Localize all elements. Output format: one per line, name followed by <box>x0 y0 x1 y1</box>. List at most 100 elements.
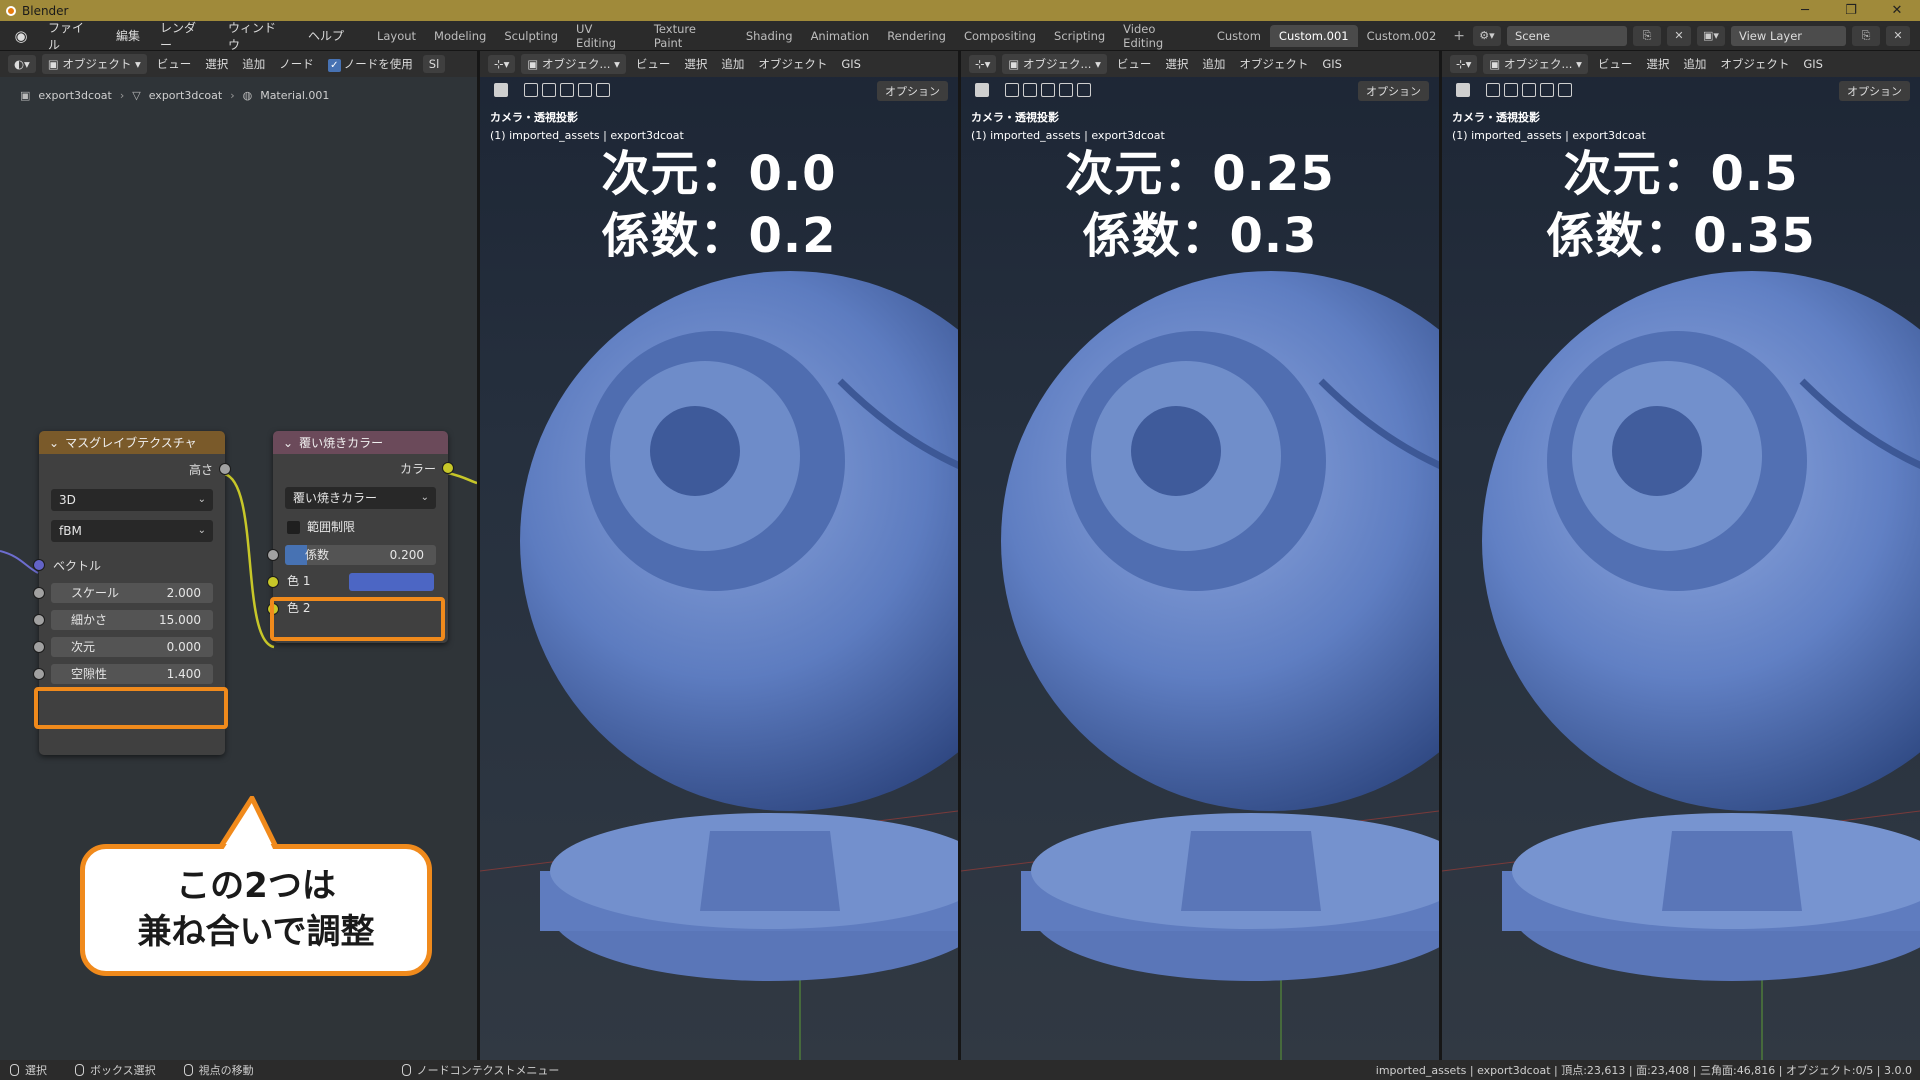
mouse-drag-icon <box>75 1064 84 1076</box>
viewport-3[interactable]: ⊹▾ ▣ オブジェク... ▾ ビュー 選択 追加 オブジェクト GIS オプシ… <box>1442 51 1920 1060</box>
dimension-value-label: 次元：0.25 <box>1065 146 1335 202</box>
node-title: マスグレイブテクスチャ <box>65 436 197 450</box>
output-height-socket[interactable] <box>219 463 231 475</box>
output-color-socket[interactable] <box>442 462 454 474</box>
mouse-middle-icon <box>183 1064 193 1076</box>
tab-scripting[interactable]: Scripting <box>1045 25 1114 47</box>
scene-statistics: imported_assets | export3dcoat | 頂点:23,6… <box>1375 1064 1912 1077</box>
scale-field[interactable]: スケール 2.000 <box>51 583 213 603</box>
scene-close-icon[interactable]: ✕ <box>1667 25 1691 46</box>
scale-socket[interactable] <box>33 587 45 599</box>
tab-animation[interactable]: Animation <box>802 25 879 47</box>
chevron-down-icon: ⌄ <box>197 525 206 536</box>
detail-field[interactable]: 細かさ 15.000 <box>51 610 213 630</box>
color1-socket[interactable] <box>267 576 279 588</box>
editor-area: ◐▾ ▣ オブジェクト ▾ ビュー 選択 追加 ノード ✓ ノードを使用 Sl ▣… <box>0 51 1920 1060</box>
blender-logo-icon <box>6 5 16 16</box>
node-header[interactable]: ⌄ 覆い焼きカラー <box>273 431 448 454</box>
status-move-view: 視点の移動 <box>198 1064 254 1077</box>
tab-uv-editing[interactable]: UV Editing <box>567 18 645 54</box>
tab-texture-paint[interactable]: Texture Paint <box>645 18 737 54</box>
factor-value-label: 係数：0.3 <box>1082 208 1318 264</box>
callout-line-1: この2つは <box>176 866 336 907</box>
viewport-2[interactable]: ⊹▾ ▣ オブジェク... ▾ ビュー 選択 追加 オブジェクト GIS オプシ… <box>961 51 1439 1060</box>
color1-label: 色 1 <box>287 574 311 588</box>
top-menu-bar: ◉ ファイル 編集 レンダー ウィンドウ ヘルプ Layout Modeling… <box>0 19 1920 53</box>
lacunarity-socket[interactable] <box>33 668 45 680</box>
dimension-field[interactable]: 次元 0.000 <box>51 637 213 657</box>
mouse-left-icon <box>10 1064 19 1076</box>
lacunarity-field[interactable]: 空隙性 1.400 <box>51 664 213 684</box>
dimensions-dropdown[interactable]: 3D ⌄ <box>51 489 213 511</box>
tab-custom-001[interactable]: Custom.001 <box>1269 24 1358 47</box>
chevron-down-icon: ⌄ <box>197 494 206 505</box>
blender-menu-icon[interactable]: ◉ <box>10 25 32 47</box>
node-title: 覆い焼きカラー <box>299 436 384 450</box>
dimension-value-label: 次元：0.0 <box>601 146 837 202</box>
close-button[interactable]: ✕ <box>1874 3 1920 18</box>
blend-mode-dropdown[interactable]: 覆い焼きカラー ⌄ <box>285 487 436 509</box>
chevron-down-icon[interactable]: ⌄ <box>283 436 293 450</box>
tab-compositing[interactable]: Compositing <box>955 25 1045 47</box>
factor-socket[interactable] <box>267 549 279 561</box>
factor-highlight <box>270 597 445 641</box>
node-header[interactable]: ⌄ マスグレイブテクスチャ <box>39 431 225 454</box>
status-box-select: ボックス選択 <box>90 1064 156 1077</box>
window-title: Blender <box>22 3 69 18</box>
callout-bubble: この2つは 兼ね合いで調整 <box>80 844 432 976</box>
mouse-right-icon <box>401 1064 411 1076</box>
workspace-tabs: Layout Modeling Sculpting UV Editing Tex… <box>368 21 1473 51</box>
tab-rendering[interactable]: Rendering <box>878 25 955 47</box>
clamp-checkbox[interactable] <box>287 521 300 534</box>
scene-field[interactable]: Scene <box>1507 25 1627 46</box>
tab-shading[interactable]: Shading <box>737 25 802 47</box>
tab-video-editing[interactable]: Video Editing <box>1114 18 1208 54</box>
menu-help[interactable]: ヘルプ <box>298 27 354 44</box>
maximize-button[interactable]: ❐ <box>1828 3 1874 18</box>
chevron-down-icon[interactable]: ⌄ <box>49 436 59 450</box>
color1-swatch[interactable] <box>349 573 434 591</box>
vector-input-label: ベクトル <box>53 558 102 573</box>
scene-icon[interactable]: ⚙▾ <box>1473 25 1501 46</box>
factor-field[interactable]: 係数 0.200 <box>285 545 436 565</box>
dimension-value-label: 次元：0.5 <box>1563 146 1799 202</box>
new-scene-icon[interactable]: ⎘ <box>1633 25 1661 46</box>
vector-input-socket[interactable] <box>33 559 45 571</box>
output-height-label: 高さ <box>188 462 213 477</box>
status-select: 選択 <box>25 1064 47 1077</box>
factor-value-label: 係数：0.35 <box>1546 208 1816 264</box>
annotation-text: 次元：0.5 係数：0.35 <box>1442 143 1920 267</box>
output-color-label: カラー <box>399 461 436 476</box>
dimension-socket[interactable] <box>33 641 45 653</box>
annotation-callout: この2つは 兼ね合いで調整 <box>80 796 432 976</box>
clamp-label: 範囲制限 <box>307 520 356 534</box>
annotation-text: 次元：0.25 係数：0.3 <box>961 143 1439 267</box>
new-view-layer-icon[interactable]: ⎘ <box>1852 25 1880 46</box>
tab-layout[interactable]: Layout <box>368 25 425 47</box>
status-context-menu: ノードコンテクストメニュー <box>416 1064 560 1077</box>
detail-socket[interactable] <box>33 614 45 626</box>
tab-custom-002[interactable]: Custom.002 <box>1358 25 1446 47</box>
viewport-1[interactable]: ⊹▾ ▣ オブジェク... ▾ ビュー 選択 追加 オブジェクト GIS オプシ… <box>480 51 958 1060</box>
menu-render[interactable]: レンダー <box>150 19 218 53</box>
dimension-highlight <box>34 687 228 729</box>
callout-line-2: 兼ね合いで調整 <box>137 912 375 952</box>
view-layer-icon[interactable]: ▣▾ <box>1697 25 1725 46</box>
minimize-button[interactable]: ─ <box>1782 3 1828 18</box>
view-layer-close-icon[interactable]: ✕ <box>1886 25 1910 46</box>
view-layer-field[interactable]: View Layer <box>1731 25 1846 46</box>
callout-pointer-fill <box>221 805 275 853</box>
musgrave-type-dropdown[interactable]: fBM ⌄ <box>51 520 213 542</box>
menu-edit[interactable]: 編集 <box>106 27 150 44</box>
menu-file[interactable]: ファイル <box>38 19 106 53</box>
tab-modeling[interactable]: Modeling <box>425 25 495 47</box>
add-workspace-button[interactable]: + <box>1445 28 1473 44</box>
menu-window[interactable]: ウィンドウ <box>218 19 298 53</box>
tab-sculpting[interactable]: Sculpting <box>495 25 567 47</box>
chevron-down-icon: ⌄ <box>420 492 429 503</box>
factor-value-label: 係数：0.2 <box>601 208 837 264</box>
shader-node-editor[interactable]: ◐▾ ▣ オブジェクト ▾ ビュー 選択 追加 ノード ✓ ノードを使用 Sl ▣… <box>0 51 477 1060</box>
tab-custom[interactable]: Custom <box>1208 25 1270 47</box>
annotation-text: 次元：0.0 係数：0.2 <box>480 143 958 267</box>
status-bar: 選択 ボックス選択 視点の移動 ノードコンテクストメニュー imported_a… <box>0 1060 1920 1080</box>
